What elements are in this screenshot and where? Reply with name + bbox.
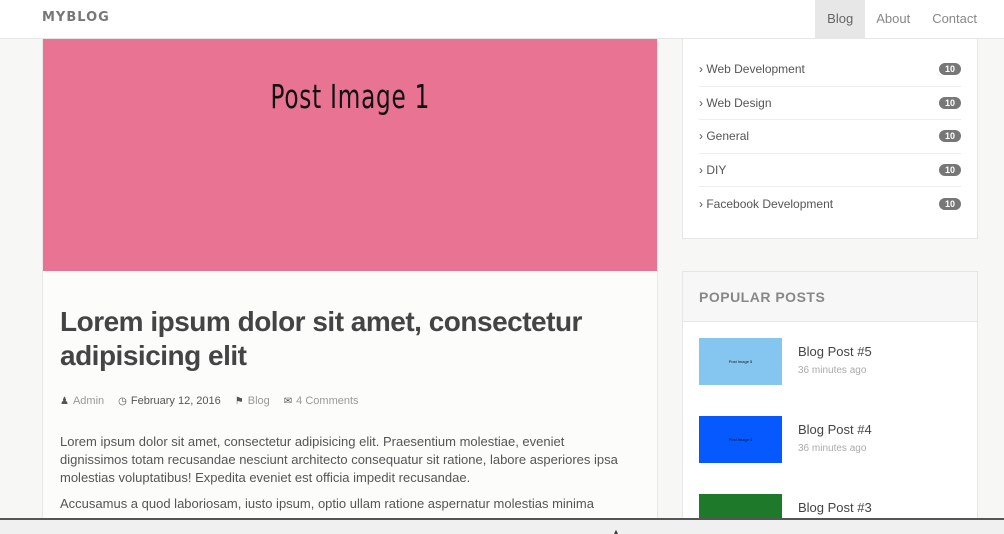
clock-icon: ◷	[118, 395, 127, 407]
post-paragraph: Lorem ipsum dolor sit amet, consectetur …	[60, 434, 618, 485]
horizontal-scrollbar[interactable]: ▴	[0, 518, 1004, 534]
post-image-text: Post Image 1	[270, 77, 431, 116]
comments-link[interactable]: 4 Comments	[296, 395, 358, 407]
nav-link-about[interactable]: About	[865, 0, 921, 39]
category-count-badge: 10	[939, 130, 961, 143]
popular-post-item[interactable]: Post Image 4 Blog Post #4 36 minutes ago	[699, 416, 872, 463]
post-body: Lorem ipsum dolor sit amet, consectetur …	[60, 433, 630, 521]
category-item[interactable]: › General 10	[699, 120, 961, 154]
popular-posts-heading: POPULAR POSTS	[683, 272, 977, 322]
post-paragraph: Accusamus a quod laboriosam, iusto ipsum…	[60, 496, 594, 511]
post-thumbnail[interactable]: Post Image 5	[699, 338, 782, 385]
category-count-badge: 10	[939, 96, 961, 109]
category-label: › Facebook Development	[699, 197, 834, 212]
meta-category: ⚑ Blog	[235, 395, 270, 407]
cursor-icon: ▴	[614, 527, 619, 534]
category-item[interactable]: › Web Design 10	[699, 87, 961, 121]
category-label: › Web Development	[699, 62, 805, 77]
post-image[interactable]: Post Image 1	[43, 39, 657, 271]
post-meta: ♟ Admin ◷ February 12, 2016 ⚑ Blog ✉ 4 C…	[60, 395, 359, 407]
popular-post-text: Blog Post #5 36 minutes ago	[798, 338, 872, 385]
category-count-badge: 10	[939, 198, 961, 211]
category-label: › General	[699, 129, 750, 144]
category-label: › DIY	[699, 163, 727, 178]
comments-icon: ✉	[283, 395, 293, 407]
brand-logo[interactable]: MYBLOG	[42, 10, 110, 25]
post-thumbnail[interactable]: Post Image 4	[699, 416, 782, 463]
popular-post-title[interactable]: Blog Post #3	[798, 500, 872, 515]
post-date: February 12, 2016	[130, 395, 221, 407]
category-item[interactable]: › Facebook Development 10	[699, 187, 961, 221]
categories-widget: › Web Development 10 › Web Design 10 › G…	[682, 39, 978, 239]
category-count-badge: 10	[939, 164, 961, 177]
tags-icon: ⚑	[234, 395, 244, 407]
post-title[interactable]: Lorem ipsum dolor sit amet, consectetur …	[60, 305, 640, 373]
popular-post-title[interactable]: Blog Post #5	[798, 344, 872, 359]
meta-date: ◷ February 12, 2016	[118, 395, 221, 407]
meta-comments: ✉ 4 Comments	[284, 395, 359, 407]
category-count-badge: 10	[939, 63, 961, 76]
nav-links: Blog About Contact	[815, 0, 988, 39]
author-link[interactable]: Admin	[73, 395, 104, 407]
nav-link-contact[interactable]: Contact	[921, 0, 988, 39]
popular-post-title[interactable]: Blog Post #4	[798, 422, 872, 437]
user-icon: ♟	[60, 395, 69, 407]
popular-posts-widget: POPULAR POSTS Post Image 5 Blog Post #5 …	[682, 271, 978, 534]
category-item[interactable]: › Web Development 10	[699, 53, 961, 87]
popular-post-item[interactable]: Post Image 5 Blog Post #5 36 minutes ago	[699, 338, 872, 385]
meta-author: ♟ Admin	[60, 395, 104, 407]
popular-post-time: 36 minutes ago	[798, 443, 867, 454]
navbar: MYBLOG Blog About Contact	[0, 0, 1004, 39]
popular-post-time: 36 minutes ago	[798, 365, 867, 376]
category-item[interactable]: › DIY 10	[699, 154, 961, 188]
popular-post-text: Blog Post #4 36 minutes ago	[798, 416, 872, 463]
category-link[interactable]: Blog	[248, 395, 270, 407]
category-list: › Web Development 10 › Web Design 10 › G…	[683, 39, 977, 221]
category-label: › Web Design	[699, 95, 772, 110]
blog-post: Post Image 1 Lorem ipsum dolor sit amet,…	[42, 39, 658, 534]
nav-link-blog[interactable]: Blog	[815, 0, 866, 39]
